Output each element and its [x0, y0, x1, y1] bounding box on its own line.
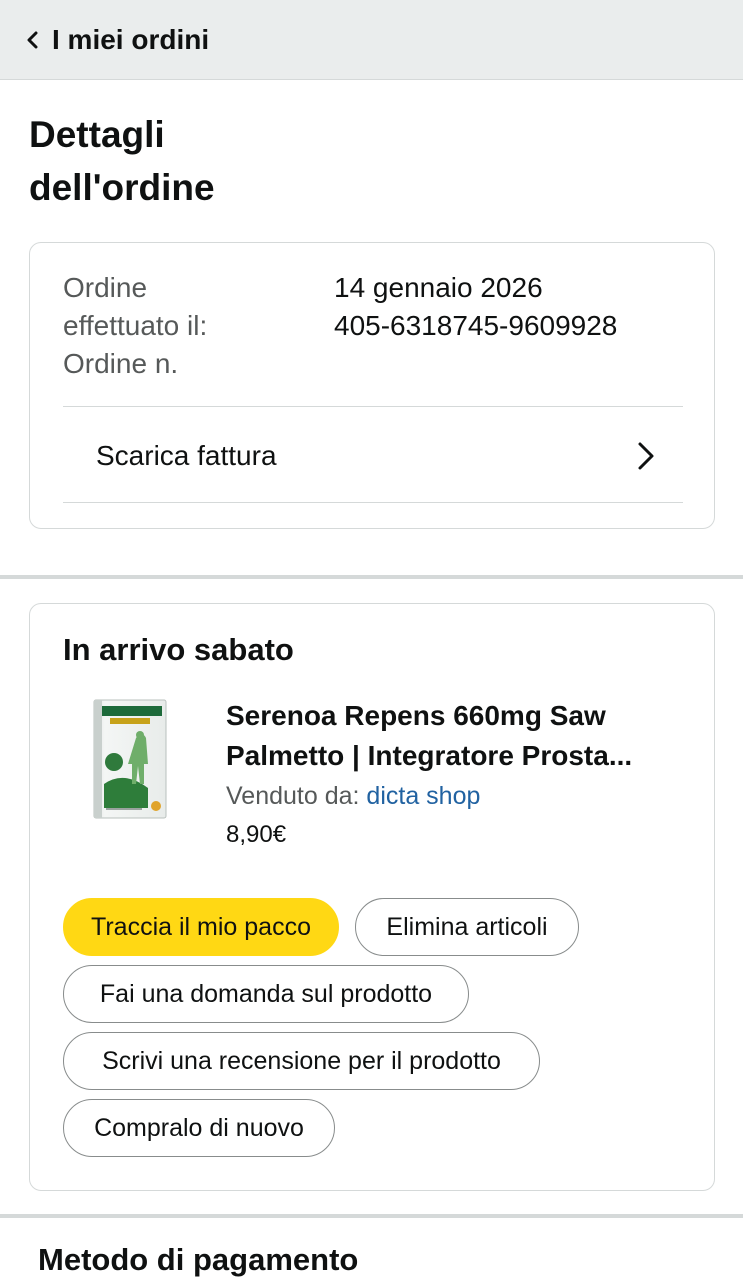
- order-date-label-line2: effettuato il:: [63, 310, 208, 341]
- product-title-line2: Palmetto | Integratore Prosta...: [226, 740, 633, 771]
- back-to-orders-link[interactable]: I miei ordini: [26, 24, 209, 56]
- product-price: 8,90€: [226, 821, 287, 848]
- chevron-left-icon: [27, 31, 38, 48]
- product-image[interactable]: [88, 698, 172, 822]
- section-separator: [0, 1214, 743, 1218]
- order-info-values: 14 gennaio 2026 405-6318745-9609928: [334, 269, 617, 383]
- sold-by-label: Venduto da:: [226, 782, 360, 810]
- order-info-labels: Ordine effettuato il: Ordine n.: [63, 269, 334, 383]
- product-title-line1: Serenoa Repens 660mg Saw: [226, 700, 606, 731]
- order-date-label-line1: Ordine: [63, 272, 148, 303]
- shipment-card: In arrivo sabato Serenoa Repens 660mg Sa…: [29, 603, 715, 1191]
- buy-again-button[interactable]: Compralo di nuovo: [63, 1099, 335, 1157]
- order-date-value: 14 gennaio 2026: [334, 272, 543, 303]
- divider: [63, 502, 683, 503]
- sold-by: Venduto da: dicta shop: [226, 776, 686, 816]
- seller-link[interactable]: dicta shop: [366, 782, 480, 810]
- divider: [63, 406, 683, 407]
- page-title: Dettagli dell'ordine: [29, 108, 349, 214]
- product-title[interactable]: Serenoa Repens 660mg Saw Palmetto | Inte…: [226, 696, 686, 776]
- top-bar: I miei ordini: [0, 0, 743, 80]
- page-title-line1: Dettagli: [29, 114, 165, 155]
- order-info: Ordine effettuato il: Ordine n. 14 genna…: [63, 269, 683, 383]
- delivery-status-title: In arrivo sabato: [63, 632, 294, 667]
- page-title-line2: dell'ordine: [29, 167, 215, 208]
- back-label: I miei ordini: [52, 23, 210, 55]
- payment-method-title: Metodo di pagamento: [38, 1242, 359, 1277]
- download-invoice-row[interactable]: Scarica fattura: [63, 408, 683, 503]
- download-invoice-label: Scarica fattura: [96, 439, 277, 471]
- product-info: Serenoa Repens 660mg Saw Palmetto | Inte…: [226, 696, 686, 854]
- remove-items-button[interactable]: Elimina articoli: [355, 898, 579, 956]
- order-number-value: 405-6318745-9609928: [334, 310, 618, 341]
- write-review-button[interactable]: Scrivi una recensione per il prodotto: [63, 1032, 540, 1090]
- order-number-label: Ordine n.: [63, 348, 179, 379]
- section-separator: [0, 575, 743, 579]
- order-summary-card: Ordine effettuato il: Ordine n. 14 genna…: [29, 242, 715, 529]
- track-package-button[interactable]: Traccia il mio pacco: [63, 898, 339, 956]
- chevron-right-icon: [638, 442, 654, 469]
- ask-question-button[interactable]: Fai una domanda sul prodotto: [63, 965, 469, 1023]
